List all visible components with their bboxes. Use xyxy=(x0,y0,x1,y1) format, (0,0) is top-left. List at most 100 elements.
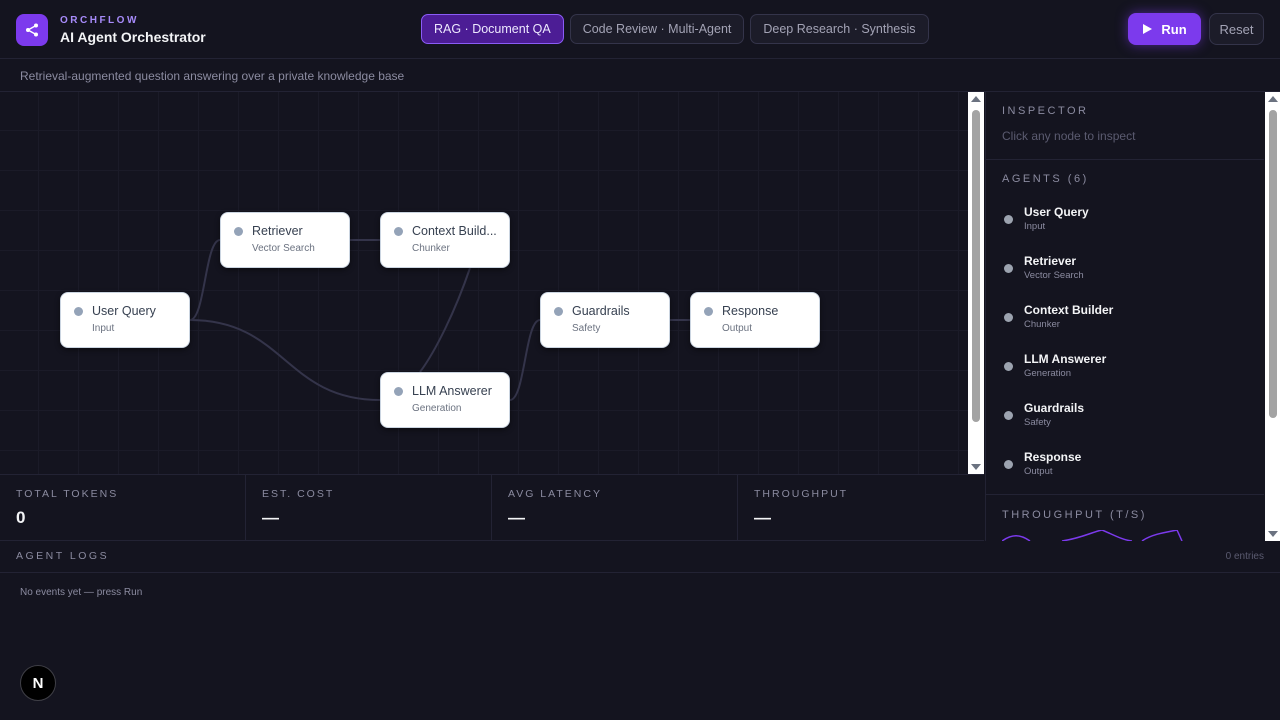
agent-type: Vector Search xyxy=(1024,270,1084,281)
agent-type: Safety xyxy=(1024,417,1051,428)
node-retriever[interactable]: Retriever Vector Search xyxy=(220,212,350,268)
logs-empty-message: No events yet — press Run xyxy=(20,587,143,598)
stat-label: TOTAL TOKENS xyxy=(16,488,119,500)
stat-avg-latency: AVG LATENCY — xyxy=(492,475,738,541)
side-panel-scrollbar[interactable] xyxy=(1265,92,1280,541)
agent-name: LLM Answerer xyxy=(1024,352,1107,366)
pipeline-tabs: RAG · Document QA Code Review · Multi-Ag… xyxy=(421,14,929,44)
node-type: Output xyxy=(722,323,753,334)
node-context-builder[interactable]: Context Build... Chunker xyxy=(380,212,510,268)
status-dot xyxy=(1004,313,1013,322)
run-label: Run xyxy=(1161,21,1187,37)
agent-type: Generation xyxy=(1024,368,1072,379)
brand-name: ORCHFLOW xyxy=(60,15,139,26)
tab-rag-document-qa[interactable]: RAG · Document QA xyxy=(421,14,564,44)
edge-context-llm xyxy=(419,267,471,373)
agents-title: AGENTS (6) xyxy=(1002,173,1089,185)
logs-title: AGENT LOGS xyxy=(16,550,110,562)
inspector-hint: Click any node to inspect xyxy=(1002,129,1136,143)
stat-est-cost: EST. COST — xyxy=(246,475,492,541)
status-dot xyxy=(704,307,713,316)
pipeline-description-bar: Retrieval-augmented question answering o… xyxy=(0,59,1280,92)
agent-item-context-builder[interactable]: Context Builder Chunker xyxy=(1002,303,1252,343)
stat-label: THROUGHPUT xyxy=(754,488,849,500)
agent-logs-header: AGENT LOGS 0 entries xyxy=(0,541,1280,573)
canvas-scrollbar[interactable] xyxy=(968,92,984,474)
node-name: LLM Answerer xyxy=(412,384,492,398)
agent-item-guardrails[interactable]: Guardrails Safety xyxy=(1002,401,1252,441)
stat-label: EST. COST xyxy=(262,488,335,500)
scroll-up-arrow-icon[interactable] xyxy=(1268,96,1278,102)
node-type: Input xyxy=(92,323,115,334)
stat-value: 0 xyxy=(16,508,26,527)
agent-name: Context Builder xyxy=(1024,303,1114,317)
side-panel: INSPECTOR Click any node to inspect AGEN… xyxy=(985,92,1264,541)
run-button[interactable]: Run xyxy=(1128,13,1201,45)
throughput-sparkline xyxy=(1002,530,1183,541)
stat-throughput: THROUGHPUT — xyxy=(738,475,984,541)
agent-item-retriever[interactable]: Retriever Vector Search xyxy=(1002,254,1252,294)
status-dot xyxy=(74,307,83,316)
play-icon xyxy=(1143,24,1153,34)
node-name: User Query xyxy=(92,304,156,318)
node-response[interactable]: Response Output xyxy=(690,292,820,348)
stat-value: — xyxy=(262,508,279,527)
status-dot xyxy=(1004,460,1013,469)
app-title: AI Agent Orchestrator xyxy=(60,29,206,45)
agent-type: Input xyxy=(1024,221,1046,232)
agent-type: Chunker xyxy=(1024,319,1060,330)
edge-query-retriever xyxy=(189,239,221,321)
node-type: Vector Search xyxy=(252,243,315,254)
agent-item-response[interactable]: Response Output xyxy=(1002,450,1252,490)
status-dot xyxy=(554,307,563,316)
divider xyxy=(986,159,1264,160)
scrollbar-thumb[interactable] xyxy=(972,110,980,422)
node-user-query[interactable]: User Query Input xyxy=(60,292,190,348)
reset-button[interactable]: Reset xyxy=(1209,13,1264,45)
status-dot xyxy=(1004,362,1013,371)
status-dot xyxy=(394,387,403,396)
app-header: ORCHFLOW AI Agent Orchestrator RAG · Doc… xyxy=(0,0,1280,59)
node-type: Generation xyxy=(412,403,462,414)
node-type: Safety xyxy=(572,323,601,334)
status-dot xyxy=(1004,264,1013,273)
logs-count: 0 entries xyxy=(1225,551,1264,562)
status-dot xyxy=(1004,215,1013,224)
stat-total-tokens: TOTAL TOKENS 0 xyxy=(0,475,246,541)
scroll-up-arrow-icon[interactable] xyxy=(971,96,981,102)
node-name: Retriever xyxy=(252,224,303,238)
agent-name: Guardrails xyxy=(1024,401,1085,415)
scroll-down-arrow-icon[interactable] xyxy=(971,464,981,470)
metrics-bar: TOTAL TOKENS 0 EST. COST — AVG LATENCY —… xyxy=(0,474,984,541)
tab-deep-research[interactable]: Deep Research · Synthesis xyxy=(750,14,929,44)
agent-name: Retriever xyxy=(1024,254,1077,268)
agent-name: Response xyxy=(1024,450,1082,464)
node-llm-answerer[interactable]: LLM Answerer Generation xyxy=(380,372,510,428)
stat-label: AVG LATENCY xyxy=(508,488,602,500)
workflow-canvas[interactable]: User Query Input Retriever Vector Search… xyxy=(0,92,968,474)
node-type: Chunker xyxy=(412,243,450,254)
node-name: Context Build... xyxy=(412,224,497,238)
next-badge-icon[interactable]: N xyxy=(20,665,56,701)
tab-code-review[interactable]: Code Review · Multi-Agent xyxy=(569,14,745,44)
status-dot xyxy=(394,227,403,236)
edge-llm-guardrails xyxy=(509,319,541,401)
node-name: Guardrails xyxy=(572,304,630,318)
stat-value: — xyxy=(754,508,771,527)
status-dot xyxy=(1004,411,1013,420)
edge-query-llm xyxy=(189,319,381,401)
throughput-panel-title: THROUGHPUT (T/S) xyxy=(1002,509,1147,521)
scrollbar-thumb[interactable] xyxy=(1269,110,1277,418)
agent-item-llm-answerer[interactable]: LLM Answerer Generation xyxy=(1002,352,1252,392)
agent-type: Output xyxy=(1024,466,1053,477)
node-guardrails[interactable]: Guardrails Safety xyxy=(540,292,670,348)
stat-value: — xyxy=(508,508,525,527)
inspector-title: INSPECTOR xyxy=(1002,105,1089,117)
scroll-down-arrow-icon[interactable] xyxy=(1268,531,1278,537)
agent-item-user-query[interactable]: User Query Input xyxy=(1002,205,1252,245)
pipeline-description: Retrieval-augmented question answering o… xyxy=(20,69,405,83)
agent-name: User Query xyxy=(1024,205,1089,219)
share-icon xyxy=(16,14,48,46)
status-dot xyxy=(234,227,243,236)
node-name: Response xyxy=(722,304,779,318)
